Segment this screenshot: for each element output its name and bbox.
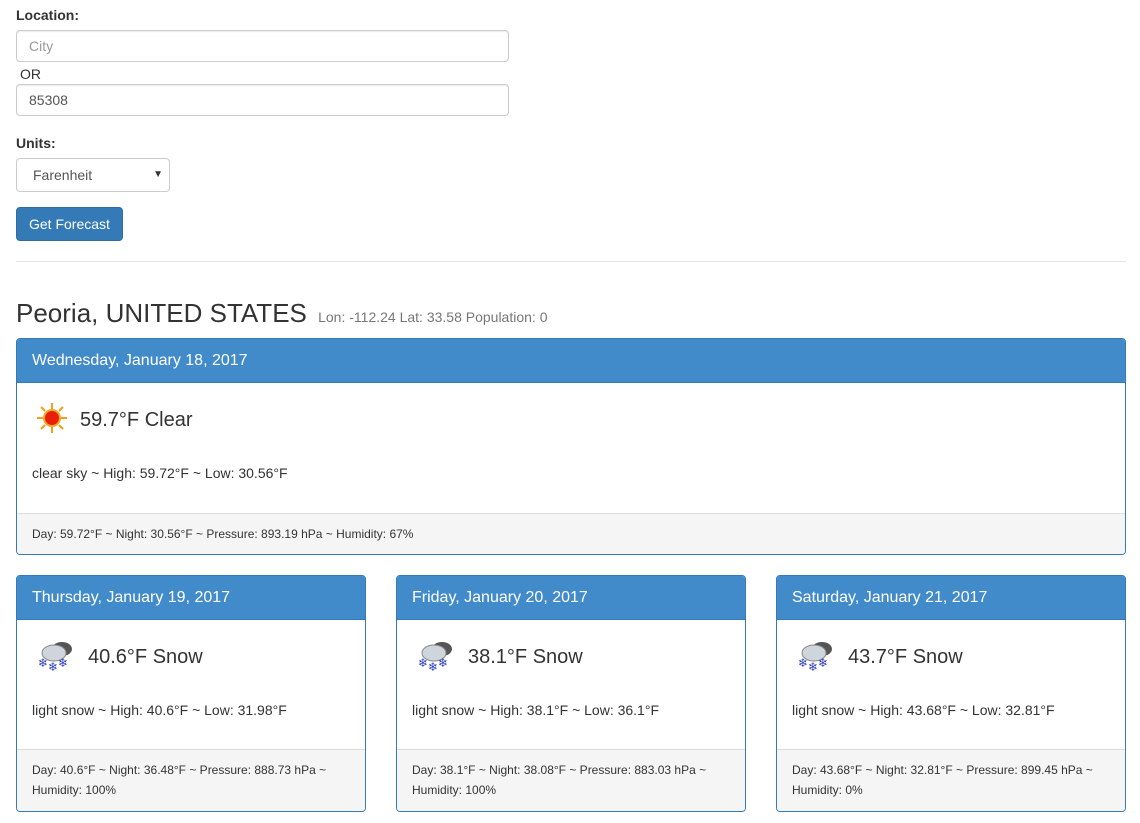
forecast-footer: Day: 38.1°F ~ Night: 38.08°F ~ Pressure:… <box>397 749 745 811</box>
get-forecast-button[interactable]: Get Forecast <box>16 207 123 241</box>
forecast-panel: Friday, January 20, 2017 ❄ ❄ ❄ 38.1°F Sn… <box>396 575 746 812</box>
forecast-detail: light snow ~ High: 40.6°F ~ Low: 31.98°F <box>32 702 287 718</box>
sun-icon <box>32 398 80 444</box>
city-input[interactable] <box>16 30 509 62</box>
units-select[interactable]: Farenheit ▼ <box>16 158 170 192</box>
svg-text:❄: ❄ <box>438 656 448 670</box>
svg-text:❄: ❄ <box>38 656 48 670</box>
location-label: Location: <box>16 7 79 23</box>
forecast-date: Wednesday, January 18, 2017 <box>17 339 1125 383</box>
divider <box>16 261 1126 262</box>
svg-text:❄: ❄ <box>798 656 808 670</box>
svg-text:❄: ❄ <box>808 660 818 673</box>
forecast-footer: Day: 43.68°F ~ Night: 32.81°F ~ Pressure… <box>777 749 1125 811</box>
forecast-summary: 43.7°F Snow <box>848 646 963 668</box>
forecast-summary: 38.1°F Snow <box>468 646 583 668</box>
svg-text:❄: ❄ <box>428 660 438 673</box>
forecast-summary: 59.7°F Clear <box>80 409 193 431</box>
location-meta: Lon: -112.24 Lat: 33.58 Population: 0 <box>318 309 548 325</box>
caret-down-icon: ▼ <box>153 169 163 180</box>
snow-cloud-icon: ❄ ❄ ❄ <box>412 637 468 679</box>
svg-text:❄: ❄ <box>818 656 828 670</box>
forecast-panel: Thursday, January 19, 2017 ❄ ❄ ❄ 40.6°F … <box>16 575 366 812</box>
svg-text:❄: ❄ <box>58 656 68 670</box>
forecast-date: Friday, January 20, 2017 <box>397 576 745 620</box>
forecast-date: Thursday, January 19, 2017 <box>17 576 365 620</box>
snow-cloud-icon: ❄ ❄ ❄ <box>792 637 848 679</box>
svg-text:❄: ❄ <box>418 656 428 670</box>
forecast-footer: Day: 40.6°F ~ Night: 36.48°F ~ Pressure:… <box>17 749 365 811</box>
forecast-summary: 40.6°F Snow <box>88 646 203 668</box>
forecast-date: Saturday, January 21, 2017 <box>777 576 1125 620</box>
forecast-panel-today: Wednesday, January 18, 2017 59.7°F Clear <box>16 338 1126 555</box>
forecast-detail: clear sky ~ High: 59.72°F ~ Low: 30.56°F <box>32 465 288 481</box>
zip-input[interactable] <box>16 84 509 116</box>
units-selected-value: Farenheit <box>33 167 93 183</box>
forecast-footer: Day: 59.72°F ~ Night: 30.56°F ~ Pressure… <box>17 513 1125 554</box>
svg-text:❄: ❄ <box>48 660 58 673</box>
snow-cloud-icon: ❄ ❄ ❄ <box>32 637 88 679</box>
forecast-detail: light snow ~ High: 43.68°F ~ Low: 32.81°… <box>792 702 1055 718</box>
units-label: Units: <box>16 135 56 151</box>
or-label: OR <box>20 66 41 82</box>
forecast-detail: light snow ~ High: 38.1°F ~ Low: 36.1°F <box>412 702 659 718</box>
forecast-panel: Saturday, January 21, 2017 ❄ ❄ ❄ 43.7°F … <box>776 575 1126 812</box>
location-name: Peoria, UNITED STATES <box>16 298 307 328</box>
location-heading: Peoria, UNITED STATES Lon: -112.24 Lat: … <box>16 298 547 329</box>
